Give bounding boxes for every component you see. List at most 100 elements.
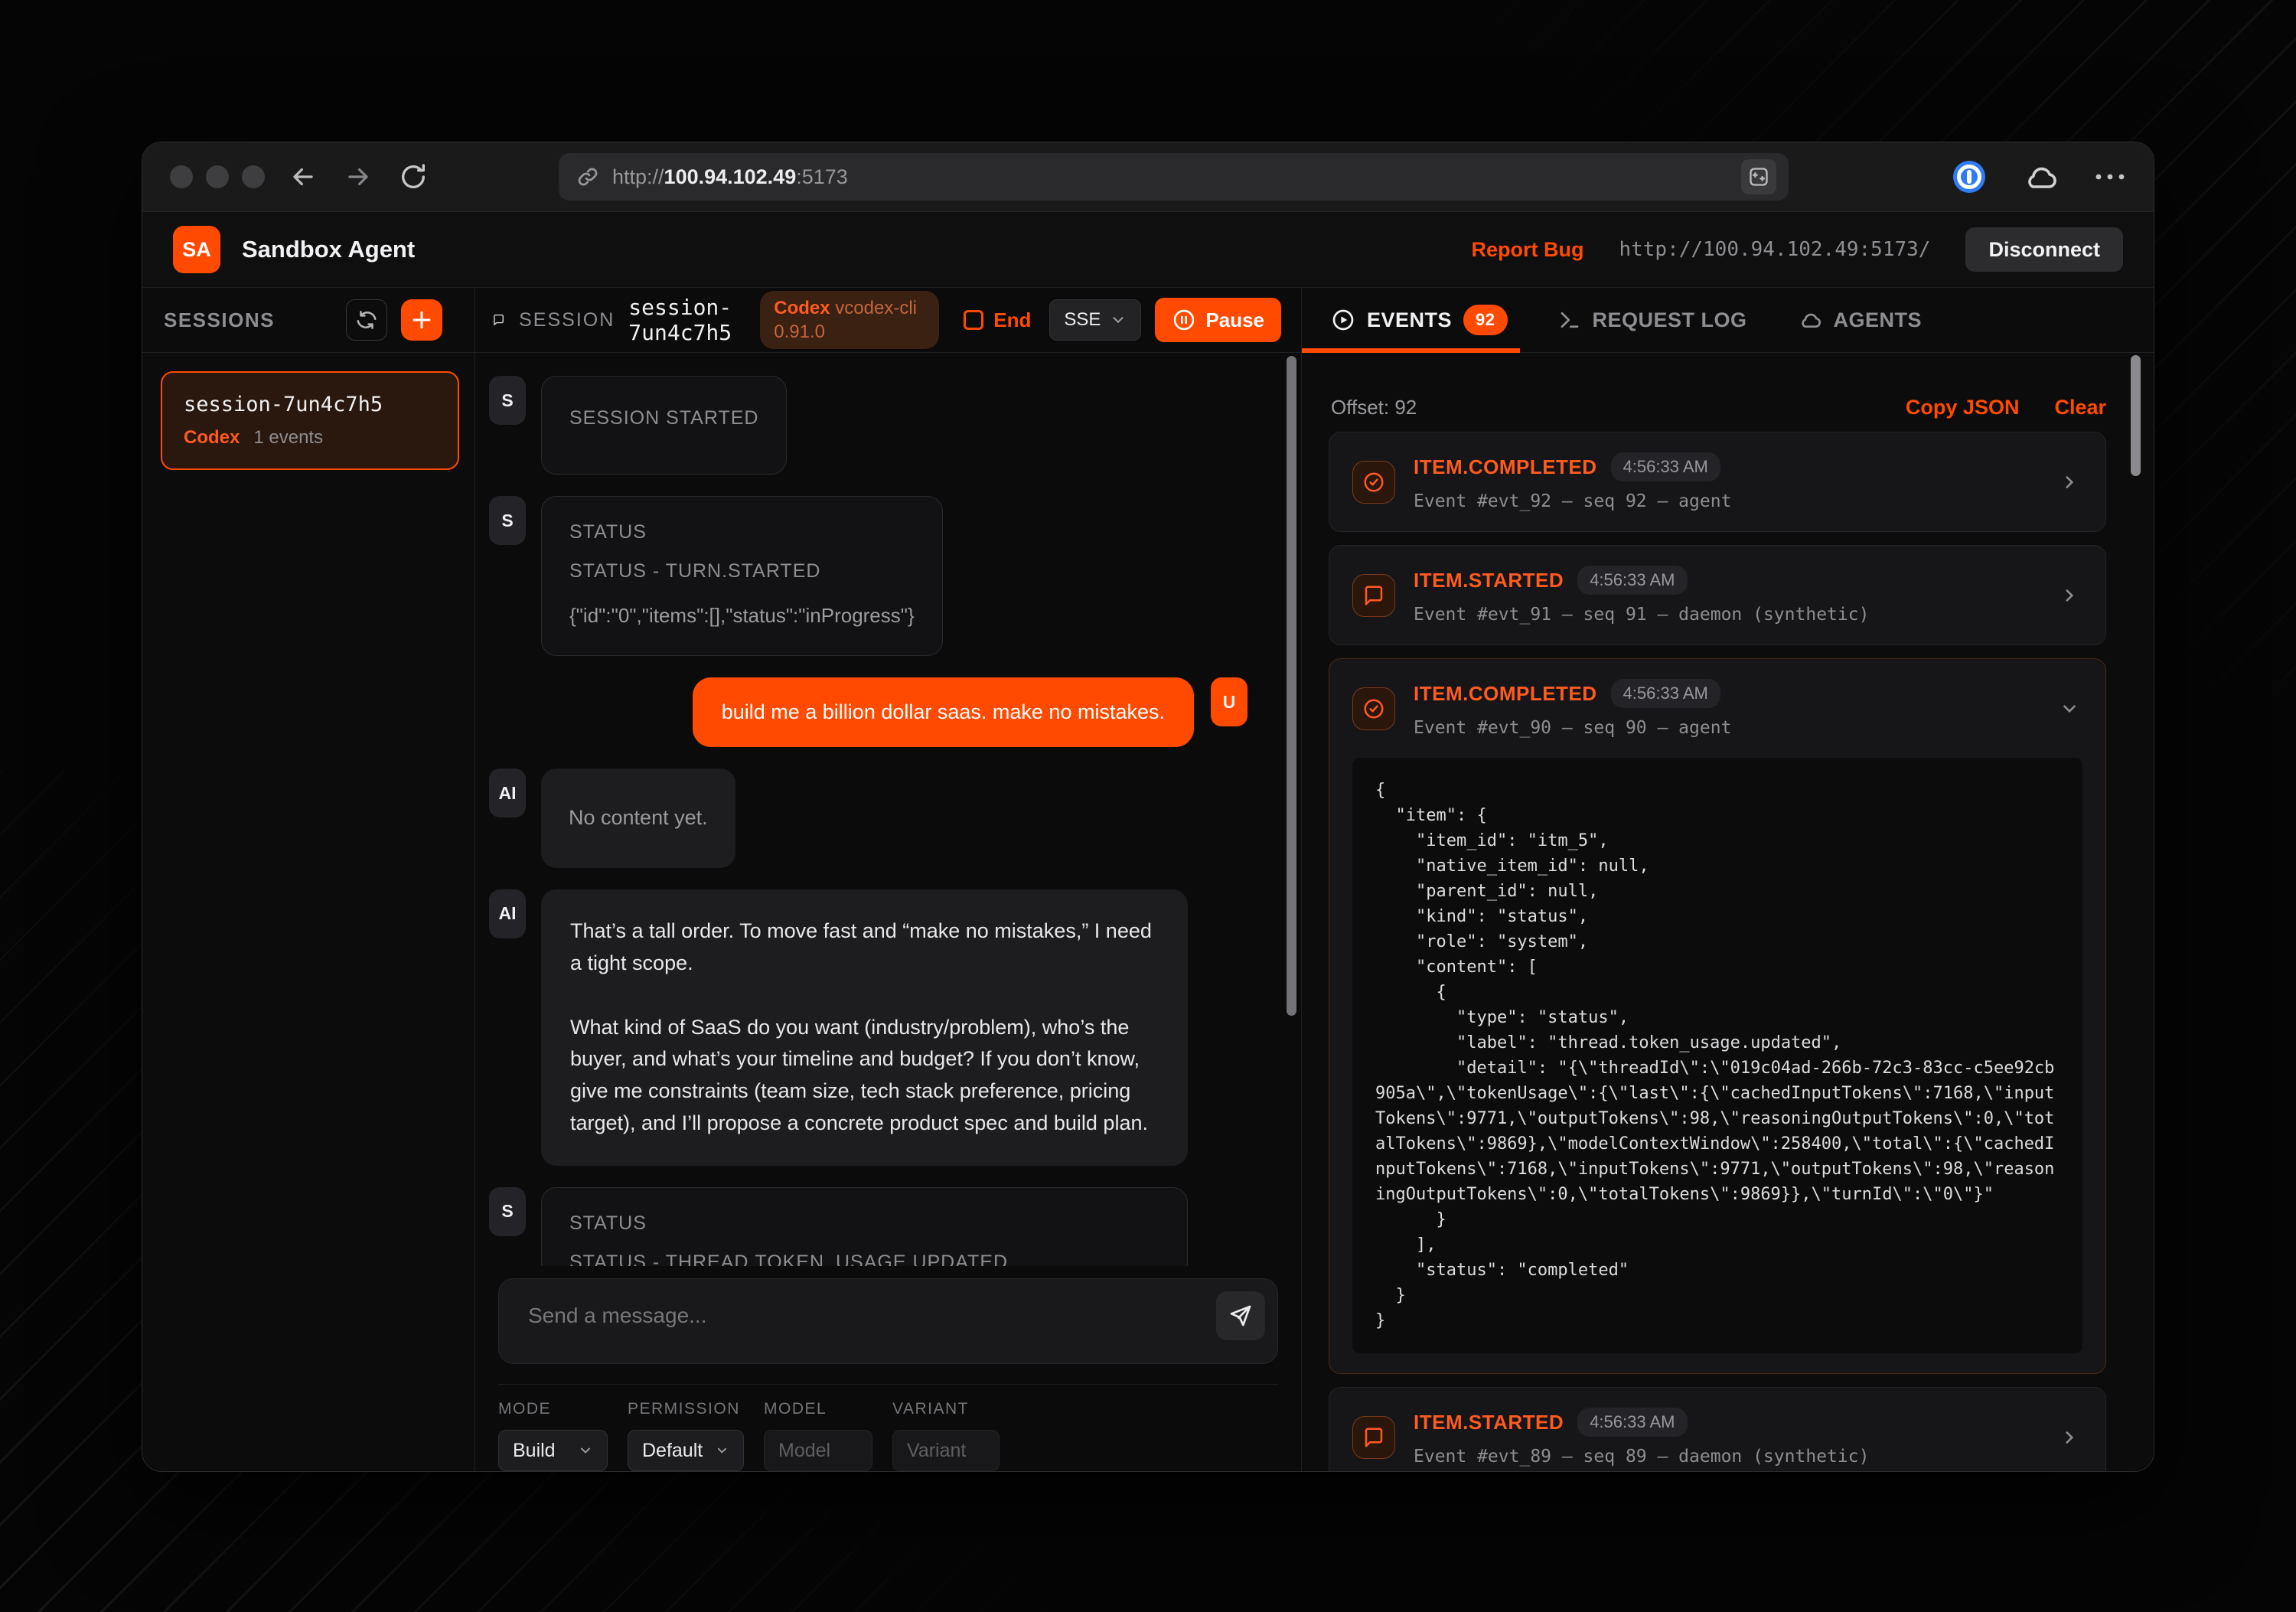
permission-value: Default xyxy=(642,1440,703,1462)
events-panel: EVENTS 92 REQUEST LOG AGENTS Offset: 92 … xyxy=(1302,288,2154,1471)
session-list-item[interactable]: session-7un4c7h5 Codex 1 events xyxy=(161,371,459,470)
event-card[interactable]: ITEM.STARTED 4:56:33 AM Event #evt_91 — … xyxy=(1329,545,2106,645)
system-message-row: S STATUS STATUS - TURN.STARTED {"id":"0"… xyxy=(489,496,1286,656)
browser-chrome: http://100.94.102.49:5173 xyxy=(142,142,2154,211)
mode-select[interactable]: Build xyxy=(498,1430,608,1471)
variant-control: VARIANT xyxy=(892,1400,1000,1471)
event-card[interactable]: ITEM.STARTED 4:56:33 AM Event #evt_89 — … xyxy=(1329,1387,2106,1471)
agent-version-badge: Codex vcodex-cli 0.91.0 xyxy=(760,291,939,349)
tab-agents[interactable]: AGENTS xyxy=(1798,288,1923,352)
event-time: 4:56:33 AM xyxy=(1611,679,1720,708)
chat-bubble-icon xyxy=(492,308,505,331)
token-usage-bubble: STATUS STATUS - THREAD.TOKEN_USAGE.UPDAT… xyxy=(541,1187,1188,1266)
sessions-title: SESSIONS xyxy=(164,308,275,332)
send-button[interactable] xyxy=(1216,1291,1265,1340)
status-bubble: STATUS STATUS - TURN.STARTED {"id":"0","… xyxy=(541,496,943,656)
variant-label: VARIANT xyxy=(892,1400,1000,1418)
user-avatar: U xyxy=(1211,677,1247,726)
back-button[interactable] xyxy=(286,160,320,194)
model-control: MODEL xyxy=(764,1400,872,1471)
mode-control: MODE Build xyxy=(498,1400,608,1471)
clear-events-button[interactable]: Clear xyxy=(2054,396,2106,419)
tab-request-log-label: REQUEST LOG xyxy=(1593,308,1747,332)
reload-icon xyxy=(398,162,429,192)
more-menu-icon[interactable] xyxy=(2094,172,2126,181)
ai-reply-paragraph: That’s a tall order. To move fast and “m… xyxy=(570,915,1159,980)
end-session-button[interactable]: End xyxy=(964,308,1031,332)
refresh-sessions-button[interactable] xyxy=(346,299,387,341)
message-input[interactable] xyxy=(499,1279,1277,1363)
copy-json-button[interactable]: Copy JSON xyxy=(1906,396,2020,419)
sliders-icon xyxy=(1748,166,1769,188)
user-message-row: build me a billion dollar saas. make no … xyxy=(489,677,1286,747)
disconnect-button[interactable]: Disconnect xyxy=(1965,227,2123,272)
cloud-icon[interactable] xyxy=(2022,162,2059,192)
session-started-bubble: SESSION STARTED xyxy=(541,376,787,475)
url-text: http://100.94.102.49:5173 xyxy=(612,165,848,189)
session-label: SESSION xyxy=(519,309,615,331)
ai-message-row: AI No content yet. xyxy=(489,768,1286,868)
session-event-count: 1 events xyxy=(253,427,323,449)
ai-reply-bubble: That’s a tall order. To move fast and “m… xyxy=(541,889,1188,1166)
session-started-text: SESSION STARTED xyxy=(569,407,758,429)
system-avatar: S xyxy=(489,1187,526,1236)
event-type: ITEM.STARTED xyxy=(1414,569,1564,592)
pause-button[interactable]: Pause xyxy=(1155,298,1281,342)
ai-reply-paragraph: What kind of SaaS do you want (industry/… xyxy=(570,1012,1159,1140)
permission-select[interactable]: Default xyxy=(628,1430,744,1471)
zoom-window-button[interactable] xyxy=(242,165,265,188)
event-type: ITEM.COMPLETED xyxy=(1414,455,1597,479)
event-time: 4:56:33 AM xyxy=(1611,452,1720,481)
event-time: 4:56:33 AM xyxy=(1577,566,1687,595)
transport-value: SSE xyxy=(1064,309,1101,331)
sessions-header: SESSIONS xyxy=(142,288,475,353)
app-title: Sandbox Agent xyxy=(242,236,415,263)
url-port: :5173 xyxy=(796,165,848,188)
system-message-row: S STATUS STATUS - THREAD.TOKEN_USAGE.UPD… xyxy=(489,1187,1286,1266)
event-payload-json: { "item": { "item_id": "itm_5", "native_… xyxy=(1352,758,2082,1353)
event-card-expanded[interactable]: ITEM.COMPLETED 4:56:33 AM Event #evt_90 … xyxy=(1329,658,2106,1374)
permission-label: PERMISSION xyxy=(628,1400,744,1418)
session-panel: SESSION session-7un4c7h5 Codex vcodex-cl… xyxy=(475,288,1302,1471)
event-list: ITEM.COMPLETED 4:56:33 AM Event #evt_92 … xyxy=(1302,432,2154,1471)
report-bug-link[interactable]: Report Bug xyxy=(1471,238,1583,262)
event-card[interactable]: ITEM.COMPLETED 4:56:33 AM Event #evt_92 … xyxy=(1329,432,2106,532)
status-subtitle: STATUS - THREAD.TOKEN_USAGE.UPDATED xyxy=(569,1251,1159,1266)
model-label: MODEL xyxy=(764,1400,872,1418)
tab-agents-label: AGENTS xyxy=(1834,308,1923,332)
transport-select[interactable]: SSE xyxy=(1049,299,1141,341)
close-window-button[interactable] xyxy=(170,165,193,188)
chevron-down-icon xyxy=(578,1443,593,1458)
browser-toolbar-icons xyxy=(1952,159,2126,194)
forward-button[interactable] xyxy=(341,160,375,194)
event-summary: Event #evt_91 — seq 91 — daemon (synthet… xyxy=(1414,605,2041,625)
event-summary: Event #evt_92 — seq 92 — agent xyxy=(1414,491,2041,511)
event-summary: Event #evt_90 — seq 90 — agent xyxy=(1414,718,2041,738)
events-toolbar: Offset: 92 Copy JSON Clear xyxy=(1302,353,2154,432)
comment-icon xyxy=(1352,574,1395,617)
terminal-icon xyxy=(1558,308,1581,331)
reload-button[interactable] xyxy=(396,160,430,194)
status-payload: {"id":"0","items":[],"status":"inProgres… xyxy=(569,601,915,631)
chevron-down-icon xyxy=(2060,699,2079,719)
ai-empty-bubble: No content yet. xyxy=(541,768,735,868)
system-avatar: S xyxy=(489,496,526,545)
mode-value: Build xyxy=(513,1440,556,1462)
chat-scrollbar[interactable] xyxy=(1287,356,1296,1016)
sessions-sidebar: SESSIONS session-7un4c7h5 Codex 1 events xyxy=(142,288,475,1471)
message-list: S SESSION STARTED S STATUS STATUS - TURN… xyxy=(475,353,1301,1266)
session-panel-header: SESSION session-7un4c7h5 Codex vcodex-cl… xyxy=(475,288,1301,353)
minimize-window-button[interactable] xyxy=(206,165,229,188)
variant-input[interactable] xyxy=(892,1430,1000,1471)
password-manager-icon[interactable] xyxy=(1952,159,1987,194)
tab-events[interactable]: EVENTS 92 xyxy=(1331,288,1508,352)
tab-request-log[interactable]: REQUEST LOG xyxy=(1558,288,1747,352)
page-tools-button[interactable] xyxy=(1741,159,1776,194)
new-session-button[interactable] xyxy=(401,299,442,341)
events-scrollbar[interactable] xyxy=(2131,355,2141,476)
address-bar[interactable]: http://100.94.102.49:5173 xyxy=(559,153,1789,201)
model-input[interactable] xyxy=(764,1430,872,1471)
ai-avatar: AI xyxy=(489,768,526,817)
url-protocol: http:// xyxy=(612,165,664,188)
window-traffic-lights[interactable] xyxy=(170,165,265,188)
